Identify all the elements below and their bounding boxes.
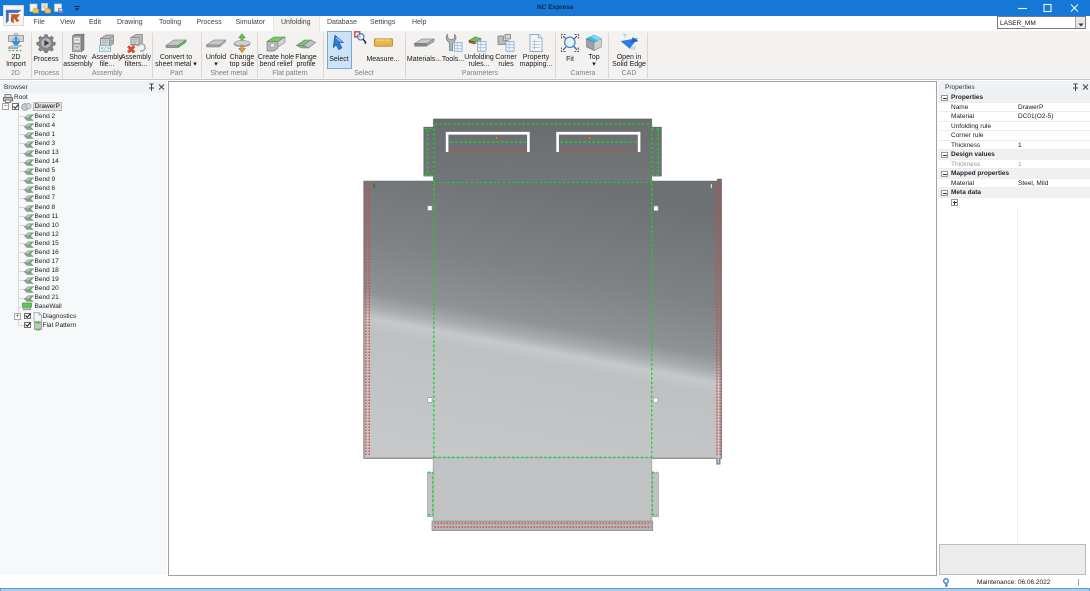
svg-text:</>: </> [101, 46, 110, 52]
